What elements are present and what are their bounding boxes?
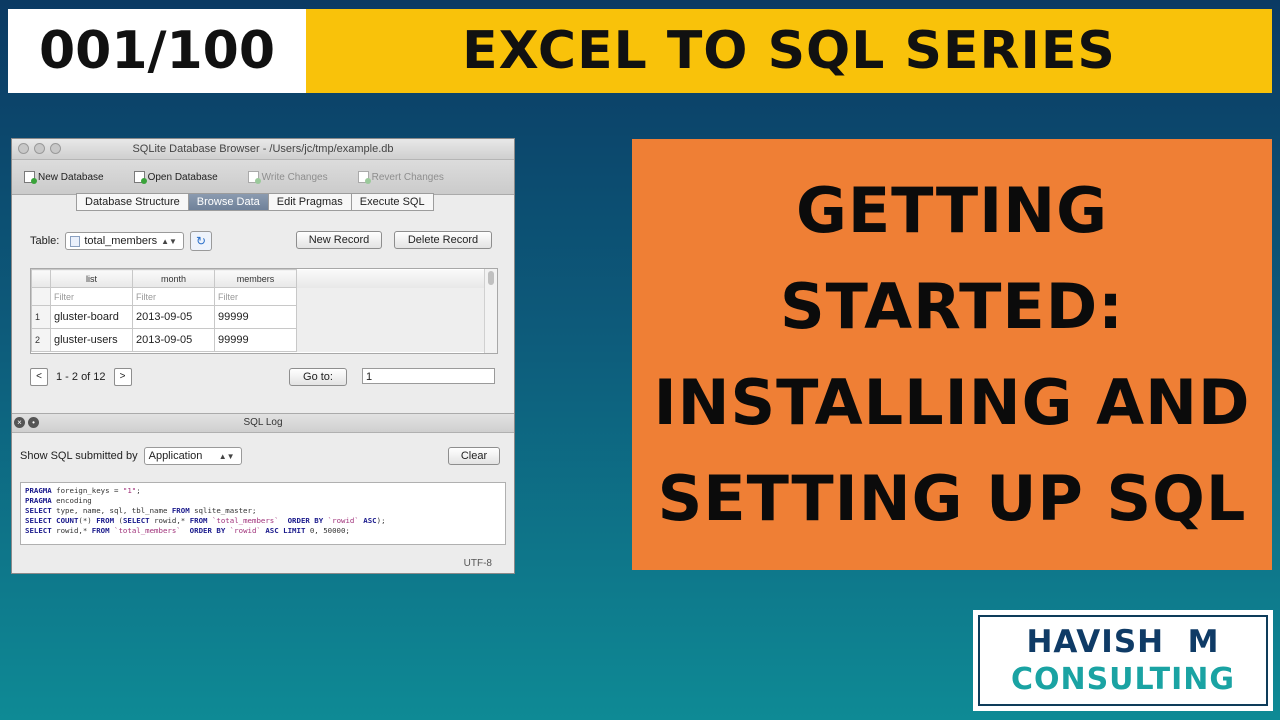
filter-input-month[interactable]: Filter bbox=[132, 287, 215, 306]
refresh-button[interactable]: ↻ bbox=[189, 231, 212, 251]
data-grid: list month members Filter Filter Filter … bbox=[30, 268, 498, 354]
series-title: EXCEL TO SQL SERIES bbox=[306, 9, 1272, 93]
sqlite-browser-window: SQLite Database Browser - /Users/jc/tmp/… bbox=[11, 138, 515, 574]
row-number: 1 bbox=[31, 305, 51, 329]
table-row[interactable]: 1 gluster-board 2013-09-05 99999 bbox=[31, 305, 489, 329]
new-database-label: New Database bbox=[38, 171, 104, 183]
new-database-button[interactable]: New Database bbox=[24, 171, 104, 184]
table-row[interactable]: 2 gluster-users 2013-09-05 99999 bbox=[31, 328, 489, 352]
next-page-button[interactable]: > bbox=[113, 368, 132, 386]
revert-changes-label: Revert Changes bbox=[371, 171, 444, 183]
sql-source-select[interactable]: Application ▲▼ bbox=[143, 447, 242, 465]
cell-members[interactable]: 99999 bbox=[214, 328, 297, 352]
grid-empty-area bbox=[296, 269, 489, 288]
grid-scrollbar[interactable] bbox=[484, 269, 497, 353]
title-line: GETTING bbox=[795, 173, 1109, 247]
write-changes-icon bbox=[247, 171, 261, 184]
column-header-members[interactable]: members bbox=[214, 269, 297, 288]
title-line: SETTING UP SQL bbox=[657, 461, 1247, 535]
table-icon bbox=[70, 235, 81, 247]
window-title: SQLite Database Browser - /Users/jc/tmp/… bbox=[132, 143, 394, 155]
window-controls bbox=[18, 143, 61, 154]
filter-input-list[interactable]: Filter bbox=[50, 287, 133, 306]
toolbar: New Database Open Database Write Changes… bbox=[12, 160, 514, 195]
grid-empty-area bbox=[296, 287, 489, 306]
sql-log-output: PRAGMA foreign_keys = "1"; PRAGMA encodi… bbox=[20, 482, 506, 545]
sql-log-titlebar: × • SQL Log bbox=[12, 413, 514, 433]
select-arrows-icon: ▲▼ bbox=[161, 236, 177, 246]
open-database-label: Open Database bbox=[147, 171, 218, 183]
open-database-icon bbox=[133, 171, 147, 184]
go-to-input[interactable]: 1 bbox=[362, 368, 495, 384]
filter-row-number bbox=[31, 287, 51, 306]
cell-members[interactable]: 99999 bbox=[214, 305, 297, 329]
log-controls: × • bbox=[14, 417, 39, 428]
row-number-header bbox=[31, 269, 51, 288]
revert-changes-button[interactable]: Revert Changes bbox=[357, 171, 444, 184]
open-database-button[interactable]: Open Database bbox=[133, 171, 218, 184]
cell-list[interactable]: gluster-users bbox=[50, 328, 133, 352]
column-header-month[interactable]: month bbox=[132, 269, 215, 288]
table-select-value: total_members bbox=[84, 235, 158, 247]
grid-empty-area bbox=[296, 305, 489, 329]
row-number: 2 bbox=[31, 328, 51, 352]
select-arrows-icon: ▲▼ bbox=[218, 451, 235, 461]
cell-month[interactable]: 2013-09-05 bbox=[132, 305, 215, 329]
brand-subtitle: CONSULTING bbox=[1010, 661, 1236, 697]
tab-edit-pragmas[interactable]: Edit Pragmas bbox=[267, 193, 352, 211]
tab-database-structure[interactable]: Database Structure bbox=[76, 193, 189, 211]
brand-name: HAVISH M bbox=[1026, 623, 1220, 660]
column-header-list[interactable]: list bbox=[50, 269, 133, 288]
revert-changes-icon bbox=[357, 171, 371, 184]
go-to-button[interactable]: Go to: bbox=[289, 368, 347, 386]
tab-execute-sql[interactable]: Execute SQL bbox=[350, 193, 434, 211]
tab-bar: Database Structure Browse Data Edit Prag… bbox=[76, 193, 434, 211]
clear-log-button[interactable]: Clear bbox=[448, 447, 500, 465]
zoom-window-button[interactable] bbox=[50, 143, 61, 154]
window-titlebar: SQLite Database Browser - /Users/jc/tmp/… bbox=[12, 139, 514, 160]
title-line: INSTALLING AND bbox=[653, 365, 1251, 439]
encoding-status: UTF-8 bbox=[463, 558, 492, 569]
table-select[interactable]: total_members ▲▼ bbox=[65, 232, 184, 250]
prev-page-button[interactable]: < bbox=[30, 368, 48, 386]
tab-browse-data[interactable]: Browse Data bbox=[187, 193, 269, 211]
cell-list[interactable]: gluster-board bbox=[50, 305, 133, 329]
show-sql-label: Show SQL submitted by bbox=[20, 450, 138, 462]
title-box: GETTING STARTED: INSTALLING AND SETTING … bbox=[632, 139, 1272, 570]
sql-log-title: SQL Log bbox=[243, 417, 283, 428]
grid-empty-area bbox=[296, 328, 489, 352]
close-log-icon[interactable]: × bbox=[14, 417, 25, 428]
sql-source-value: Application bbox=[148, 450, 203, 462]
page-range: 1 - 2 of 12 bbox=[56, 371, 106, 383]
episode-counter: 001/100 bbox=[8, 9, 306, 93]
delete-record-button[interactable]: Delete Record bbox=[394, 231, 492, 249]
cell-month[interactable]: 2013-09-05 bbox=[132, 328, 215, 352]
filter-input-members[interactable]: Filter bbox=[214, 287, 297, 306]
pager: < 1 - 2 of 12 > bbox=[30, 368, 132, 386]
write-changes-button[interactable]: Write Changes bbox=[247, 171, 328, 184]
table-label: Table: bbox=[30, 235, 60, 247]
new-database-icon bbox=[24, 171, 37, 184]
brand-logo: HAVISH M CONSULTING bbox=[973, 610, 1273, 711]
table-selector-row: Table: total_members ▲▼ ↻ bbox=[30, 231, 212, 251]
write-changes-label: Write Changes bbox=[261, 171, 328, 183]
title-line: STARTED: bbox=[780, 269, 1124, 343]
new-record-button[interactable]: New Record bbox=[296, 231, 382, 249]
sql-source-row: Show SQL submitted by Application ▲▼ bbox=[20, 447, 242, 465]
detach-log-icon[interactable]: • bbox=[28, 417, 39, 428]
close-window-button[interactable] bbox=[18, 143, 29, 154]
refresh-icon: ↻ bbox=[195, 234, 206, 248]
video-title: GETTING STARTED: INSTALLING AND SETTING … bbox=[654, 163, 1251, 547]
minimize-window-button[interactable] bbox=[34, 143, 45, 154]
